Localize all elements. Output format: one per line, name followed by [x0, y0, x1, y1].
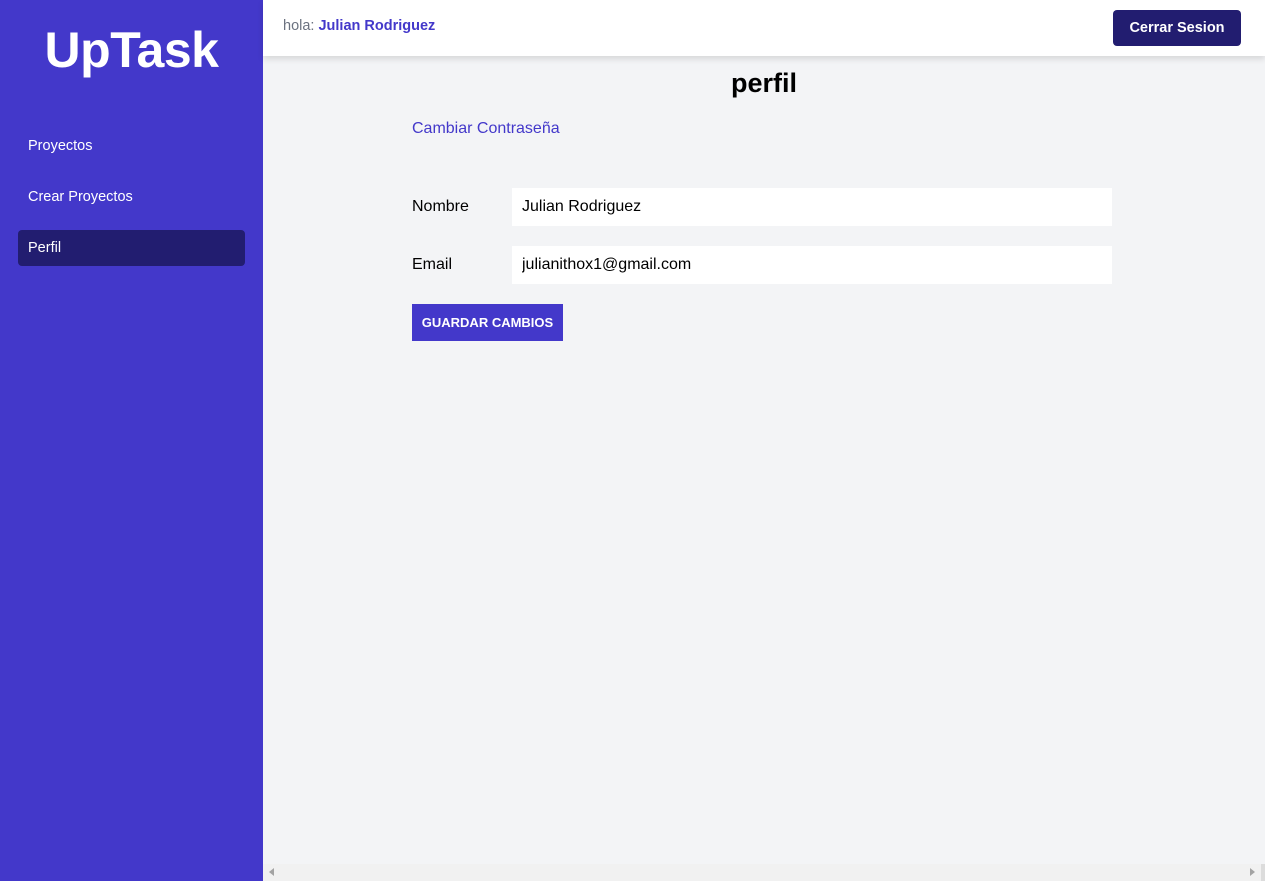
horizontal-scrollbar[interactable]: [263, 864, 1265, 881]
email-input[interactable]: [512, 246, 1112, 284]
sidebar-item-crear-proyectos[interactable]: Crear Proyectos: [18, 179, 245, 215]
user-name: Julian Rodriguez: [318, 18, 436, 34]
sidebar-item-proyectos[interactable]: Proyectos: [18, 128, 245, 164]
profile-form: Nombre Email GUARDAR CAMBIOS: [412, 188, 1112, 341]
name-label: Nombre: [412, 198, 469, 215]
logout-button[interactable]: Cerrar Sesion: [1113, 10, 1241, 46]
app-logo: UpTask: [44, 22, 219, 78]
name-field-row: Nombre: [412, 188, 1112, 226]
top-bar: hola: Julian Rodriguez Cerrar Sesion: [263, 0, 1265, 56]
email-label: Email: [412, 256, 453, 273]
page-title: perfil: [730, 68, 797, 98]
change-password-link[interactable]: Cambiar Contraseña: [412, 120, 560, 138]
save-changes-button[interactable]: GUARDAR CAMBIOS: [412, 304, 563, 341]
scroll-right-icon[interactable]: [1250, 868, 1255, 876]
scrollbar-corner: [1261, 864, 1265, 881]
greeting-prefix: hola:: [283, 18, 315, 34]
email-field-row: Email: [412, 246, 1112, 284]
scroll-left-icon[interactable]: [269, 868, 274, 876]
user-greeting: hola: Julian Rodriguez: [283, 18, 435, 34]
name-input[interactable]: [512, 188, 1112, 226]
sidebar: UpTask Proyectos Crear Proyectos Perfil: [0, 0, 263, 881]
profile-panel: Cambiar Contraseña Nombre Email GUARDAR …: [412, 120, 1112, 341]
sidebar-nav: Proyectos Crear Proyectos Perfil: [0, 128, 263, 266]
main-content: perfil Cambiar Contraseña Nombre Email G…: [263, 56, 1265, 864]
sidebar-item-perfil[interactable]: Perfil: [18, 230, 245, 266]
